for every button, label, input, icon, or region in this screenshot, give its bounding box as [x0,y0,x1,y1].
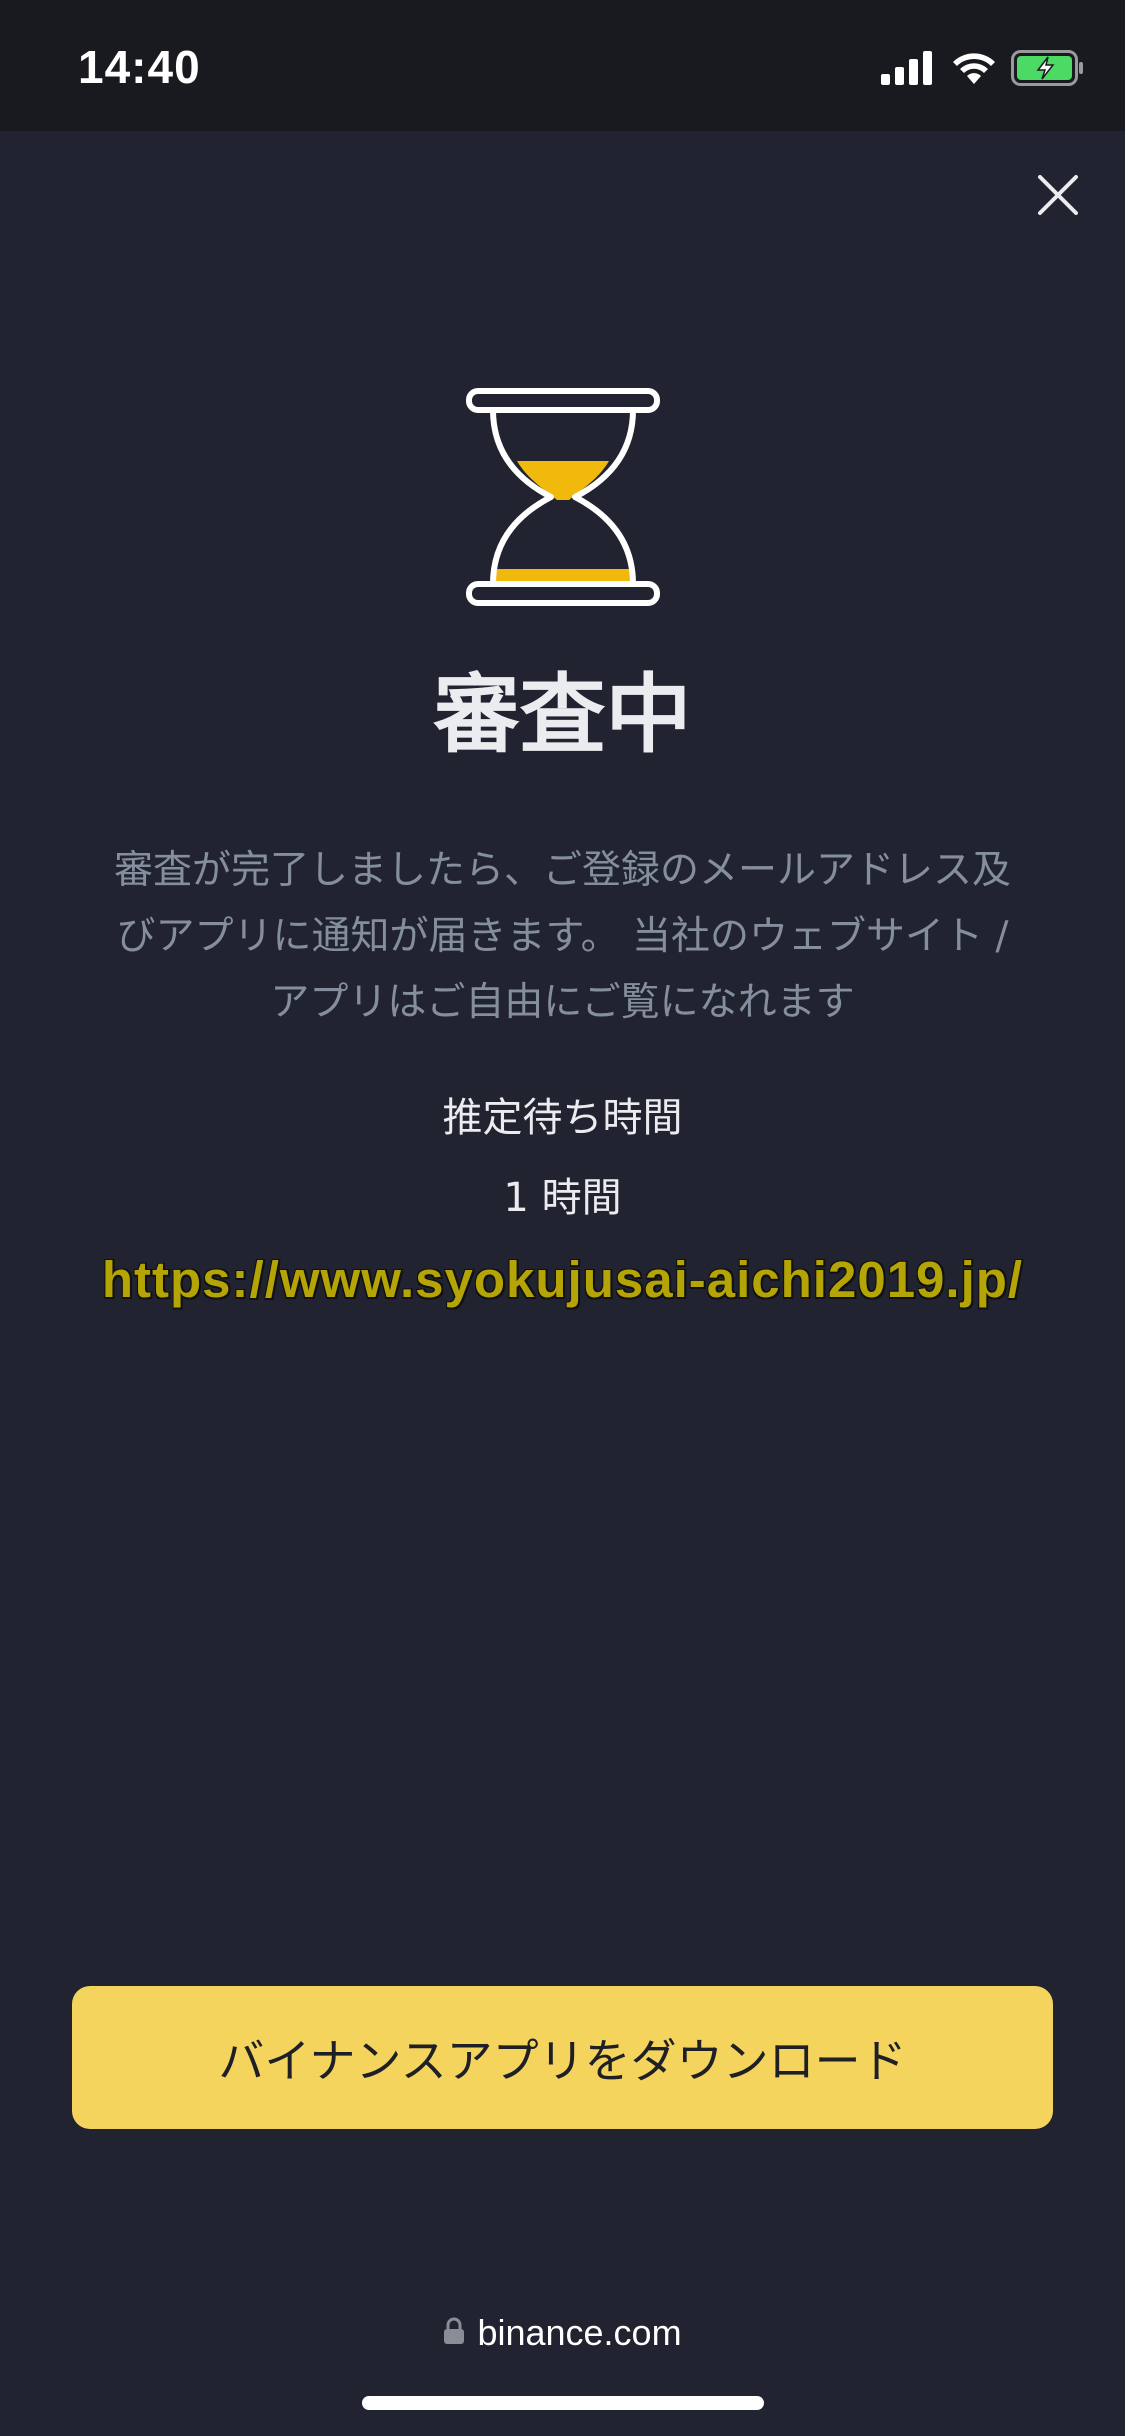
review-description: 審査が完了しましたら、ご登録のメールアドレス及 びアプリに通知が届きます。 当社… [70,838,1055,1036]
close-icon[interactable] [1035,175,1081,222]
estimated-wait-label: 推定待ち時間 [442,1095,683,1141]
status-icons [881,48,1085,92]
wifi-icon [951,51,997,89]
page-title: 審査中 [433,665,692,765]
description-line: 審査が完了しましたら、ご登録のメールアドレス及 [113,848,1011,893]
download-app-button[interactable]: バイナンスアプリをダウンロード [72,1986,1053,2129]
lock-icon [443,2317,465,2349]
status-time: 14:40 [78,41,201,93]
description-line: アプリはご自由にご覧になれます [270,980,855,1025]
hourglass-icon [466,388,660,606]
close-button[interactable] [1035,172,1081,218]
cellular-signal-icon [881,51,935,89]
battery-charging-icon [1011,50,1085,90]
browser-url-bar[interactable]: binance.com [0,2312,1125,2354]
estimated-wait-value: 1 時間 [503,1175,622,1221]
description-line: びアプリに通知が届きます。 当社のウェブサイト / [116,914,1009,959]
download-app-label[interactable]: バイナンスアプリをダウンロード [218,2025,906,2091]
home-indicator[interactable] [362,2396,764,2410]
watermark-text: https://www.syokujusai-aichi2019.jp/ [101,1251,1024,1308]
browser-domain: binance.com [477,2312,682,2353]
status-bar: 14:40 [0,0,1125,131]
